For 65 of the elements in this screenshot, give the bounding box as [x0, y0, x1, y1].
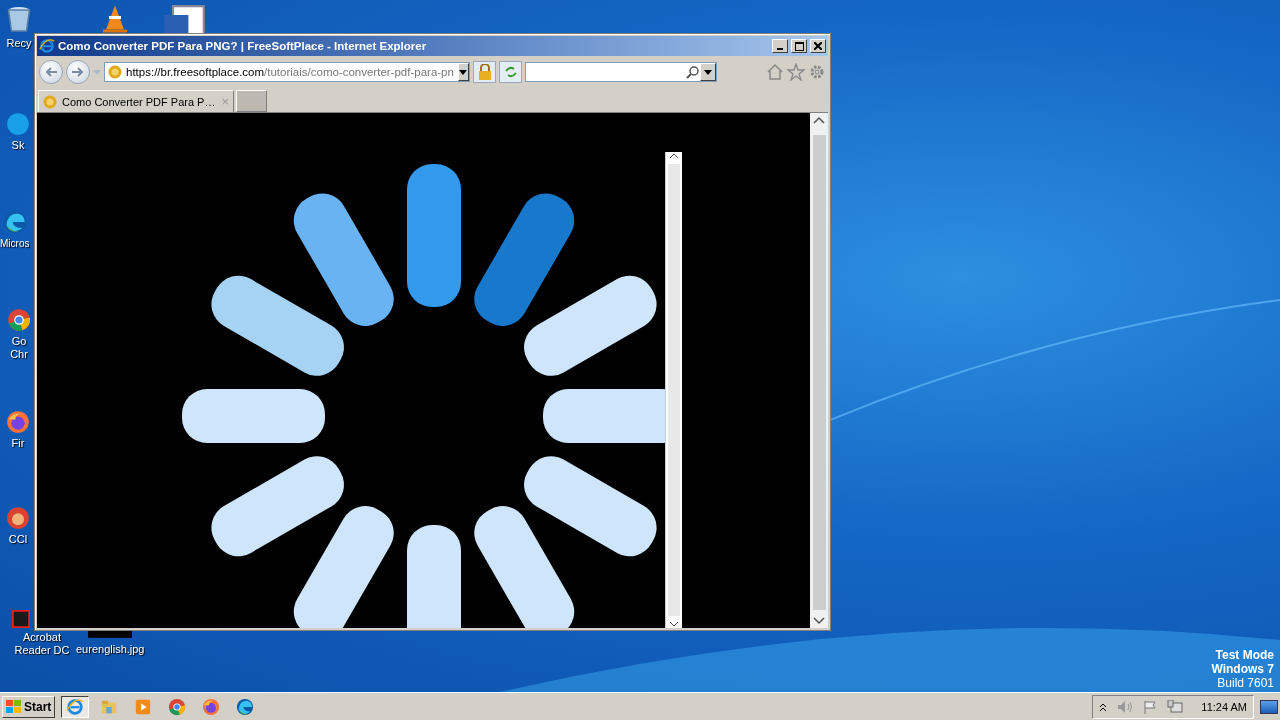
search-dropdown-button[interactable]: [700, 63, 716, 81]
firefox-icon: [6, 410, 30, 434]
os-notice-text: Windows 7: [1211, 662, 1274, 676]
taskbar-app-button[interactable]: [61, 695, 90, 718]
os-notice-text: Build 7601: [1217, 676, 1274, 690]
tab-title: Como Converter PDF Para P…: [62, 95, 217, 108]
desktop-icon-label[interactable]: Acrobat Reader DC: [12, 631, 72, 657]
chevron-down-icon: [669, 620, 679, 628]
browser-tab[interactable]: Como Converter PDF Para P… ×: [38, 90, 234, 112]
clock[interactable]: 11:24 AM: [1201, 700, 1247, 713]
edge-icon: [2, 210, 27, 234]
home-icon[interactable]: [766, 63, 784, 81]
chrome-icon: [7, 308, 31, 332]
site-favicon-icon: [108, 65, 122, 79]
address-field[interactable]: https://br.freesoftplace.com/tutoriais/como-converter-pdf-para-pn: [104, 62, 470, 82]
arrow-left-icon: [45, 67, 57, 77]
site-favicon-icon: [43, 94, 57, 109]
desktop-icon-label[interactable]: Micros: [0, 237, 30, 250]
desktop-icon-label[interactable]: eurenglish.jpg: [76, 643, 145, 656]
maximize-icon: [794, 41, 804, 51]
network-icon[interactable]: [1167, 699, 1184, 714]
close-icon: [814, 42, 822, 50]
close-button[interactable]: [810, 39, 826, 53]
caret-icon: [459, 69, 468, 75]
desktop-icon-label[interactable]: Sk: [11, 139, 25, 152]
desktop-icon-label[interactable]: Go Chr: [6, 335, 32, 361]
play-icon: [134, 697, 153, 716]
arrow-right-icon: [72, 67, 84, 77]
search-icon[interactable]: [686, 65, 700, 79]
chrome-icon: [168, 697, 187, 716]
window-scrollbar[interactable]: [810, 113, 828, 628]
chevron-up-icon: [669, 152, 679, 160]
edge-icon: [236, 697, 255, 716]
window-title: Como Converter PDF Para PNG? | FreeSoftPlace - Internet Explorer: [58, 40, 428, 52]
caret-icon: [704, 69, 712, 75]
cone-icon: [100, 4, 130, 34]
windows-logo-icon: [6, 699, 22, 714]
forward-button[interactable]: [66, 60, 90, 84]
maximize-button[interactable]: [791, 39, 807, 53]
os-notice-text: Test Mode: [1215, 648, 1274, 662]
refresh-button[interactable]: [499, 61, 522, 83]
document-icon: [12, 610, 30, 628]
page-scrollbar[interactable]: [665, 152, 682, 628]
desktop-icon-label[interactable]: Recy: [6, 37, 32, 50]
desktop-icon-label[interactable]: Fir: [11, 437, 25, 450]
start-button[interactable]: Start: [2, 695, 56, 718]
speaker-icon[interactable]: [1117, 699, 1134, 714]
search-field[interactable]: [525, 62, 717, 82]
browser-e-icon: [39, 38, 55, 54]
lock-button[interactable]: [473, 61, 496, 83]
back-button[interactable]: [39, 60, 63, 84]
address-dropdown-button[interactable]: [457, 63, 469, 81]
url-text: https://br.freesoftplace.com/tutoriais/como-converter-pdf-para-pn: [126, 66, 454, 78]
padlock-icon: [477, 64, 492, 80]
new-tab-button[interactable]: [236, 90, 267, 112]
browser-e-icon: [66, 697, 85, 716]
flag-icon[interactable]: [1143, 699, 1158, 714]
minimize-button[interactable]: [772, 39, 788, 53]
firefox-icon: [202, 697, 221, 716]
settings-icon[interactable]: [808, 63, 826, 81]
desktop-icon-label[interactable]: CCl: [8, 533, 28, 546]
chevron-up-icon[interactable]: [1099, 701, 1108, 712]
star-icon[interactable]: [787, 63, 805, 81]
show-desktop-button[interactable]: [1260, 699, 1278, 714]
refresh-icon: [503, 66, 518, 78]
